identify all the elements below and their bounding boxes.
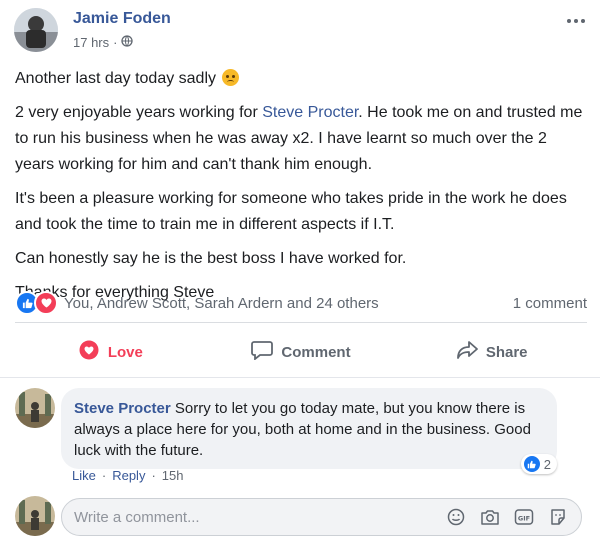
divider-bottom (0, 377, 600, 378)
commenter-avatar[interactable] (15, 388, 55, 428)
love-reaction-icon (34, 291, 58, 315)
comments-count[interactable]: 1 comment (513, 295, 587, 312)
heart-icon (78, 340, 100, 364)
comment-composer: Write a comment... GIF (15, 494, 587, 538)
comment-like-link[interactable]: Like (72, 468, 96, 483)
love-label: Love (107, 343, 143, 361)
camera-icon[interactable] (479, 506, 501, 528)
share-button[interactable]: Share (396, 330, 587, 374)
comment-button[interactable]: Comment (206, 330, 397, 374)
emoji-icon[interactable] (445, 506, 467, 528)
comment-meta: Like · Reply · 15h (72, 468, 184, 483)
reaction-icons[interactable] (15, 291, 58, 315)
post-text-2a: 2 very enjoyable years working for (15, 104, 263, 121)
sad-face-emoji-icon (222, 69, 240, 86)
globe-icon (121, 35, 134, 50)
comment-time[interactable]: 15h (162, 468, 184, 483)
comment-placeholder: Write a comment... (74, 508, 200, 526)
post-actions: Love Comment Share (15, 330, 587, 374)
tagged-user-link[interactable]: Steve Procter (262, 104, 358, 121)
meta-dot: · (101, 468, 107, 483)
meta-separator: · (113, 35, 118, 50)
more-horizontal-icon[interactable] (566, 8, 586, 29)
comment-icon (251, 340, 274, 364)
post-paragraph-4: Can honestly say he is the best boss I h… (15, 250, 407, 267)
share-icon (456, 340, 478, 364)
meta-dot: · (151, 468, 156, 483)
current-user-avatar[interactable] (15, 496, 55, 536)
love-button[interactable]: Love (15, 330, 206, 374)
post-header: Jamie Foden 17 hrs · (0, 0, 600, 60)
comment-reply-link[interactable]: Reply (112, 468, 145, 483)
divider-top (15, 322, 587, 323)
post-paragraph-3: It's been a pleasure working for someone… (15, 190, 567, 233)
author-name[interactable]: Jamie Foden (73, 10, 171, 28)
comment-bubble: Steve Procter Sorry to let you go today … (61, 388, 557, 469)
post-body: Another last day today sadly 2 very enjo… (15, 66, 587, 314)
post-time[interactable]: 17 hrs (73, 35, 109, 50)
post-meta: 17 hrs · (73, 35, 134, 50)
like-reaction-icon (523, 456, 540, 472)
post-text-1: Another last day today sadly (15, 70, 217, 87)
reactions-bar: You, Andrew Scott, Sarah Ardern and 24 o… (15, 291, 587, 315)
post-paragraph-2: 2 very enjoyable years working for Steve… (15, 100, 587, 178)
author-avatar[interactable] (14, 8, 58, 52)
comment-like-badge[interactable]: 2 (520, 454, 557, 474)
share-label: Share (485, 343, 528, 361)
comment-label: Comment (281, 343, 351, 361)
comment-like-count: 2 (543, 456, 551, 472)
commenter-name[interactable]: Steve Procter (74, 400, 171, 417)
comment-input[interactable]: Write a comment... GIF (61, 498, 582, 536)
gif-icon[interactable]: GIF (513, 506, 535, 528)
svg-text:GIF: GIF (518, 515, 530, 523)
sticker-icon[interactable] (547, 506, 569, 528)
reactors-summary[interactable]: You, Andrew Scott, Sarah Ardern and 24 o… (64, 295, 513, 312)
post-line-1: Another last day today sadly (15, 66, 587, 92)
